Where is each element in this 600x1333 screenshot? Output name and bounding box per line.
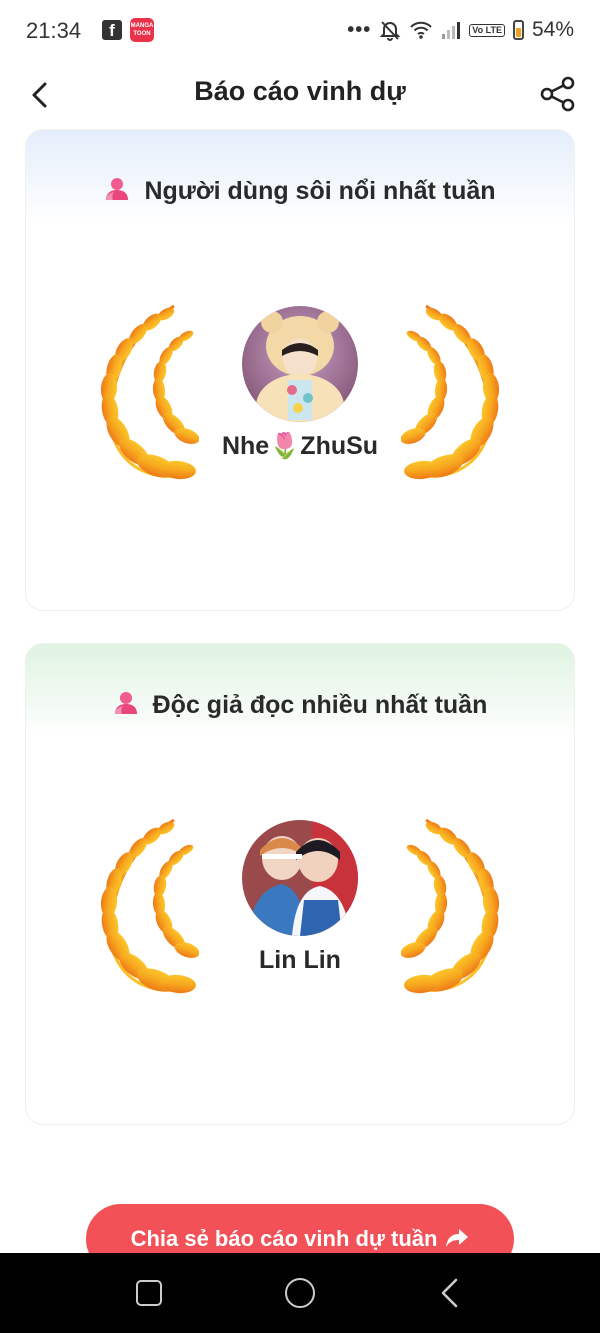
home-icon[interactable]: [285, 1278, 315, 1308]
mute-bell-icon: [379, 21, 401, 41]
card-heading: Người dùng sôi nổi nhất tuần: [26, 176, 574, 206]
card-heading: Độc giả đọc nhiều nhất tuần: [26, 690, 574, 720]
user-icon: [113, 690, 139, 716]
user-name[interactable]: Lin Lin: [26, 946, 574, 975]
share-icon[interactable]: [538, 74, 578, 114]
top-app-bar: Báo cáo vinh dự: [0, 62, 600, 128]
volte-icon: Vo LTE: [469, 23, 505, 37]
avatar[interactable]: [242, 306, 358, 422]
share-arrow-icon: [446, 1229, 469, 1247]
signal-icon: [442, 22, 461, 39]
system-navigation-bar: [0, 1253, 600, 1333]
nav-back-icon[interactable]: [438, 1277, 462, 1309]
more-dots-icon: •••: [347, 18, 372, 41]
status-icons: ••• Vo LTE 54%: [347, 18, 574, 42]
avatar[interactable]: [242, 820, 358, 936]
wifi-icon: [410, 21, 433, 39]
card-heading-text: Độc giả đọc nhiều nhất tuần: [152, 691, 488, 719]
active-user-card: Người dùng sôi nổi nhất tuần Nhe🌷ZhuSu: [25, 129, 575, 611]
status-bar: 21:34 f MANGA TOON ••• Vo LTE 54%: [0, 0, 600, 62]
share-report-label: Chia sẻ báo cáo vinh dự tuần: [130, 1226, 438, 1251]
battery-percent: 54%: [531, 18, 574, 41]
battery-icon: [512, 20, 524, 40]
status-time: 21:34: [26, 18, 82, 43]
mangatoon-notification-icon: MANGA TOON: [130, 18, 154, 42]
top-reader-card: Độc giả đọc nhiều nhất tuần Lin Lin: [25, 643, 575, 1125]
user-icon: [104, 176, 130, 202]
facebook-notification-icon: f: [102, 20, 122, 40]
recent-apps-icon[interactable]: [136, 1280, 162, 1306]
page-title: Báo cáo vinh dự: [194, 76, 406, 106]
user-name[interactable]: Nhe🌷ZhuSu: [26, 432, 574, 461]
card-heading-text: Người dùng sôi nổi nhất tuần: [144, 177, 496, 205]
